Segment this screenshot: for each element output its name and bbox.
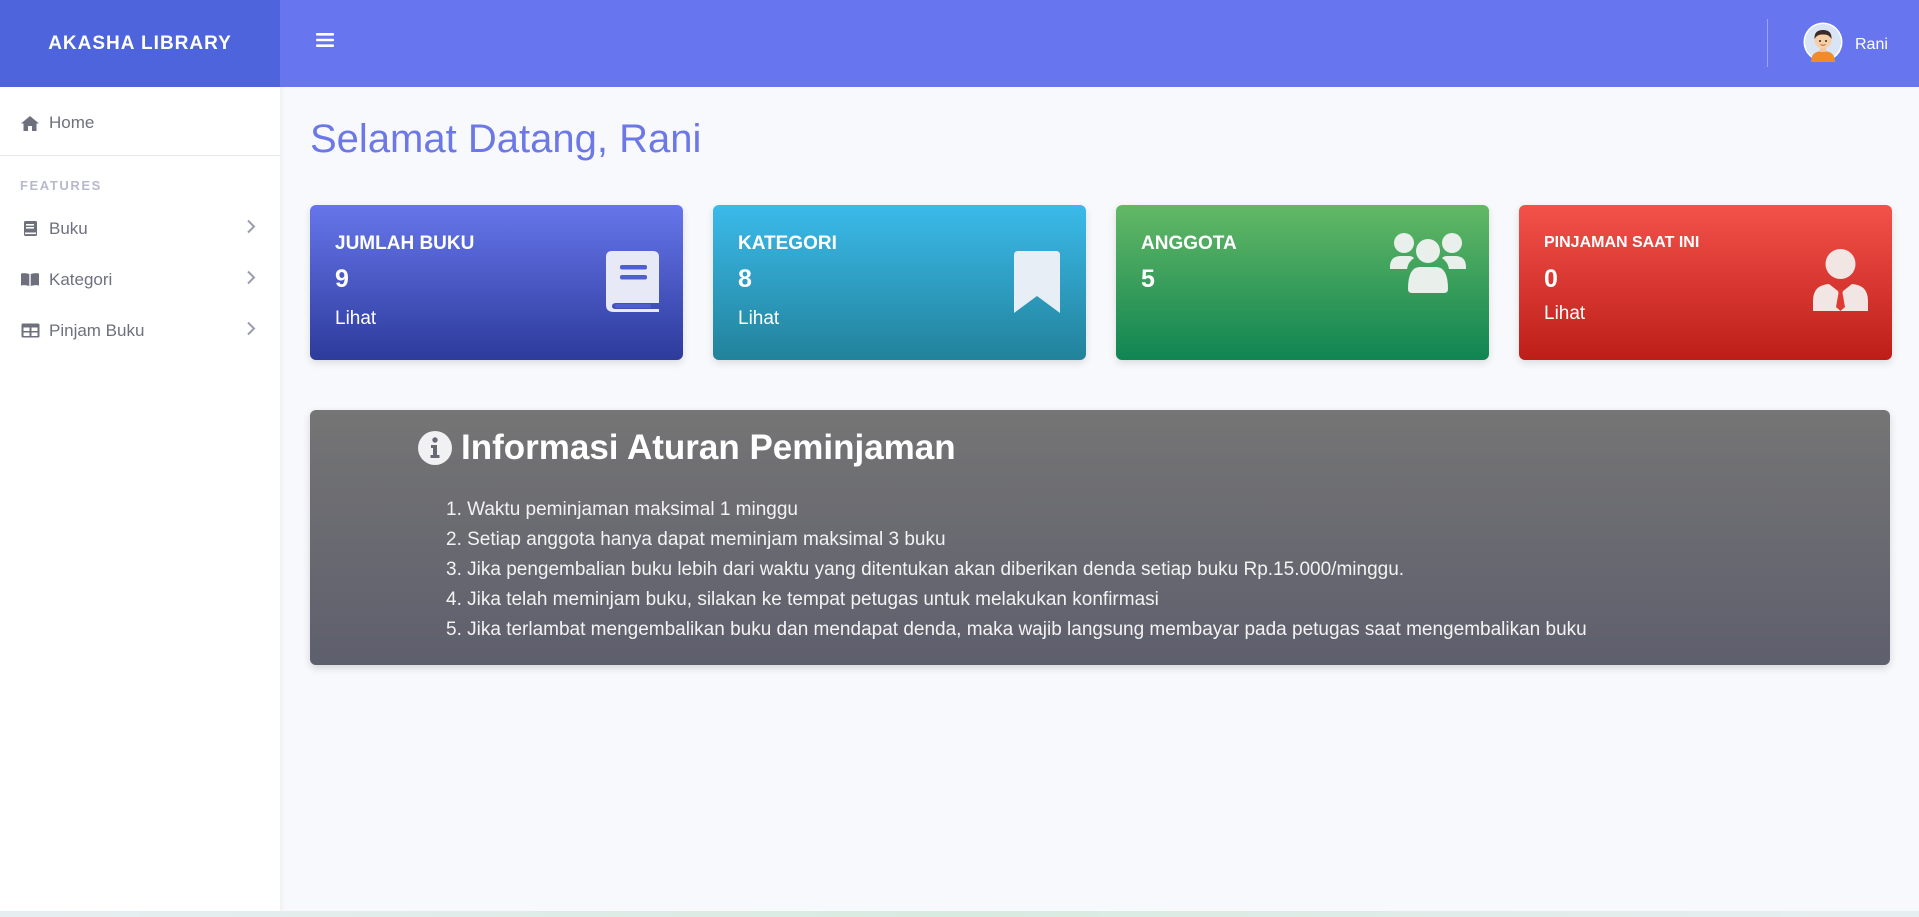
card-count: 9	[335, 265, 349, 293]
list-item: 3. Jika pengembalian buku lebih dari wak…	[446, 559, 1405, 580]
book-open-icon	[20, 271, 40, 289]
sidebar-item-home[interactable]: Home	[0, 97, 280, 149]
card-link-lihat[interactable]: Lihat	[1544, 303, 1585, 325]
user-tie-icon	[1813, 249, 1868, 316]
info-circle-icon	[417, 430, 453, 466]
info-rules-panel: Informasi Aturan Peminjaman 1. Waktu pem…	[310, 410, 1890, 665]
list-item: 2. Setiap anggota hanya dapat meminjam m…	[446, 529, 946, 550]
card-label: PINJAMAN SAAT INI	[1544, 234, 1700, 251]
main-content: Selamat Datang, Rani JUMLAH BUKU 9 Lihat…	[280, 87, 1919, 913]
topbar-divider	[1767, 19, 1768, 67]
avatar	[1803, 22, 1843, 67]
card-count: 5	[1141, 265, 1155, 293]
card-pinjaman-saat-ini: PINJAMAN SAAT INI 0 Lihat	[1519, 205, 1892, 360]
card-label: ANGGOTA	[1141, 233, 1237, 254]
table-icon	[20, 322, 40, 340]
bottom-divider	[0, 911, 1919, 917]
sidebar-item-label: Pinjam Buku	[49, 320, 145, 340]
sidebar-item-kategori[interactable]: Kategori	[0, 254, 280, 305]
card-count: 0	[1544, 265, 1558, 293]
chevron-right-icon	[246, 269, 256, 290]
rules-list: 1. Waktu peminjaman maksimal 1 minggu 2.…	[446, 495, 1587, 645]
book-icon	[20, 220, 40, 238]
list-item: 4. Jika telah meminjam buku, silakan ke …	[446, 589, 1159, 610]
list-item: 5. Jika terlambat mengembalikan buku dan…	[446, 619, 1587, 640]
topbar: Rani	[280, 0, 1919, 87]
sidebar-item-label: Buku	[49, 218, 88, 238]
card-label: KATEGORI	[738, 233, 837, 254]
sidebar-item-pinjam-buku[interactable]: Pinjam Buku	[0, 305, 280, 356]
chevron-right-icon	[246, 320, 256, 341]
hamburger-menu-icon[interactable]	[316, 32, 334, 53]
brand-title[interactable]: AKASHA LIBRARY	[0, 0, 280, 87]
card-anggota: ANGGOTA 5	[1116, 205, 1489, 360]
info-title: Informasi Aturan Peminjaman	[417, 428, 956, 468]
sidebar: AKASHA LIBRARY Home FEATURES Buku Katego…	[0, 0, 280, 917]
home-icon	[20, 114, 40, 132]
page-title: Selamat Datang, Rani	[310, 117, 702, 161]
users-icon	[1390, 231, 1466, 298]
card-link-lihat[interactable]: Lihat	[738, 308, 779, 330]
book-icon	[606, 251, 659, 317]
user-name: Rani	[1855, 35, 1888, 53]
list-item: 1. Waktu peminjaman maksimal 1 minggu	[446, 499, 798, 520]
chevron-right-icon	[246, 218, 256, 239]
sidebar-item-label: Home	[49, 113, 95, 132]
sidebar-item-buku[interactable]: Buku	[0, 203, 280, 254]
bookmark-icon	[1014, 251, 1060, 318]
card-jumlah-buku: JUMLAH BUKU 9 Lihat	[310, 205, 683, 360]
card-kategori: KATEGORI 8 Lihat	[713, 205, 1086, 360]
info-title-text: Informasi Aturan Peminjaman	[461, 428, 956, 467]
user-dropdown[interactable]: Rani	[1803, 22, 1888, 67]
card-count: 8	[738, 265, 752, 293]
sidebar-heading: FEATURES	[20, 178, 102, 193]
card-link-lihat[interactable]: Lihat	[335, 308, 376, 330]
sidebar-item-label: Kategori	[49, 269, 113, 289]
card-label: JUMLAH BUKU	[335, 233, 475, 254]
